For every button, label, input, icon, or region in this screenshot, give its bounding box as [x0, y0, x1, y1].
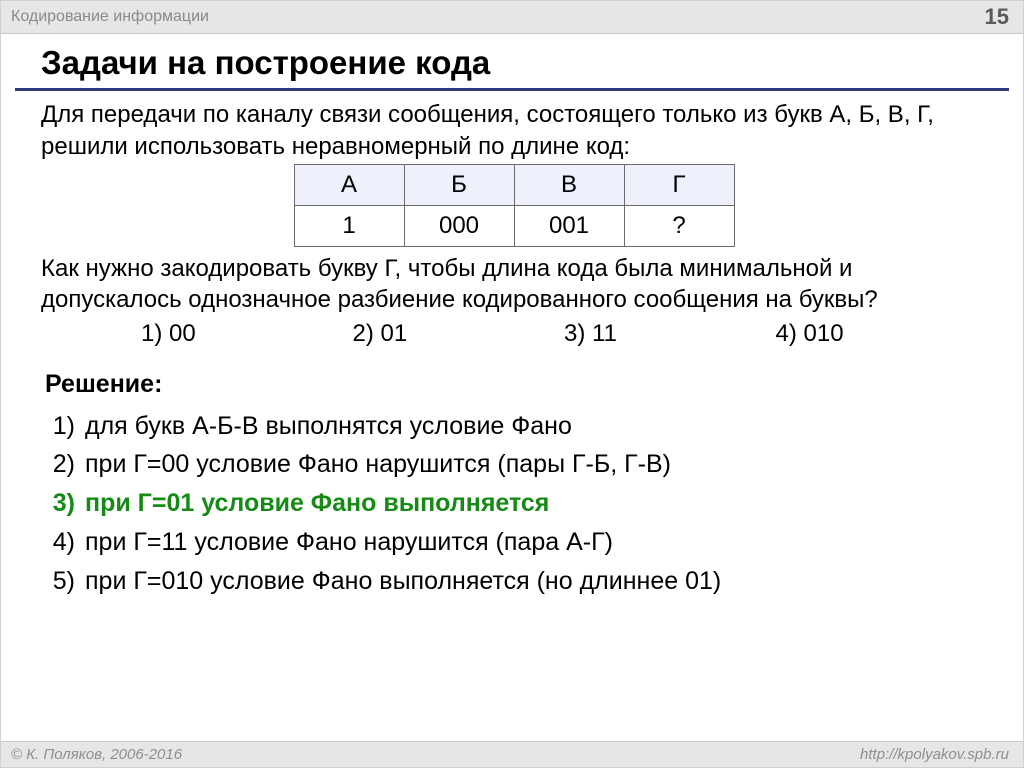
copyright: © К. Поляков, 2006-2016 — [11, 746, 182, 763]
option: 3) 11 — [564, 318, 776, 350]
step-text: для букв А-Б-В выполнятся условие Фано — [85, 407, 572, 446]
table-row: А Б В Г — [294, 165, 734, 206]
option: 2) 01 — [353, 318, 565, 350]
page-title: Задачи на построение кода — [1, 34, 1023, 86]
slide: Кодирование информации 15 Задачи на пост… — [0, 0, 1024, 768]
cell-letter: А — [294, 165, 404, 206]
step-number: 3) — [41, 484, 85, 523]
option: 1) 00 — [141, 318, 353, 350]
step-text: при Г=01 условие Фано выполняется — [85, 484, 549, 523]
answer-options: 1) 00 2) 01 3) 11 4) 010 — [41, 318, 987, 350]
problem-intro: Для передачи по каналу связи сообщения, … — [41, 99, 987, 162]
code-table: А Б В Г 1 000 001 ? — [294, 164, 735, 246]
step-text: при Г=11 условие Фано нарушится (пара А-… — [85, 523, 613, 562]
cell-code: 001 — [514, 206, 624, 247]
breadcrumb: Кодирование информации — [11, 8, 209, 26]
problem-question: Как нужно закодировать букву Г, чтобы дл… — [41, 253, 987, 316]
page-number: 15 — [985, 4, 1009, 30]
footer: © К. Поляков, 2006-2016 http://kpolyakov… — [1, 741, 1023, 767]
cell-code: ? — [624, 206, 734, 247]
cell-code: 000 — [404, 206, 514, 247]
step-number: 1) — [41, 407, 85, 446]
list-item: 2) при Г=00 условие Фано нарушится (пары… — [41, 445, 987, 484]
list-item: 4) при Г=11 условие Фано нарушится (пара… — [41, 523, 987, 562]
solution-heading: Решение: — [45, 368, 987, 401]
cell-code: 1 — [294, 206, 404, 247]
step-number: 5) — [41, 562, 85, 601]
option: 4) 010 — [776, 318, 988, 350]
footer-url: http://kpolyakov.spb.ru — [860, 746, 1009, 763]
slide-body: Для передачи по каналу связи сообщения, … — [1, 99, 1023, 741]
list-item: 1) для букв А-Б-В выполнятся условие Фан… — [41, 407, 987, 446]
cell-letter: Б — [404, 165, 514, 206]
solution-steps: 1) для букв А-Б-В выполнятся условие Фан… — [41, 407, 987, 601]
step-text: при Г=00 условие Фано нарушится (пары Г-… — [85, 445, 671, 484]
list-item: 5) при Г=010 условие Фано выполняется (н… — [41, 562, 987, 601]
step-number: 2) — [41, 445, 85, 484]
cell-letter: Г — [624, 165, 734, 206]
table-row: 1 000 001 ? — [294, 206, 734, 247]
list-item-correct: 3) при Г=01 условие Фано выполняется — [41, 484, 987, 523]
step-text: при Г=010 условие Фано выполняется (но д… — [85, 562, 721, 601]
topbar: Кодирование информации 15 — [1, 1, 1023, 34]
cell-letter: В — [514, 165, 624, 206]
title-rule — [15, 88, 1009, 91]
step-number: 4) — [41, 523, 85, 562]
